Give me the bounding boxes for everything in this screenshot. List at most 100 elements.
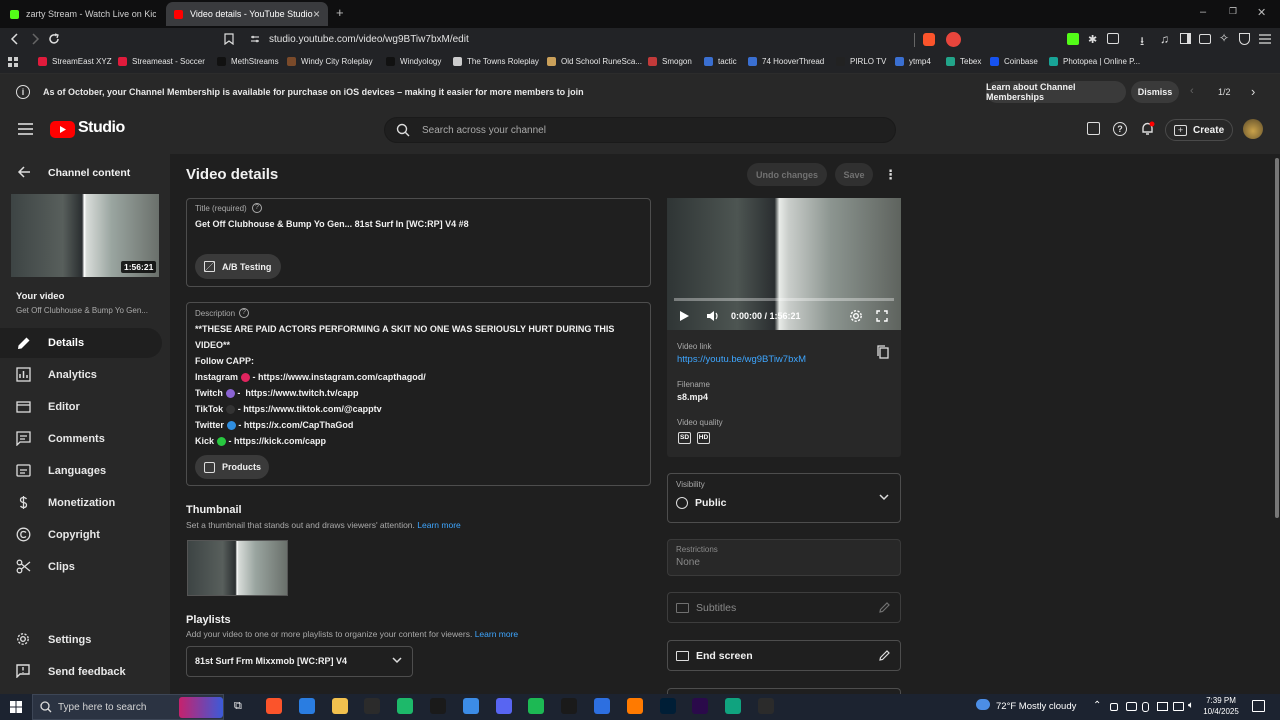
weather-text[interactable]: 72°F Mostly cloudy — [996, 701, 1076, 712]
bookmark-item[interactable]: MethStreams — [217, 57, 279, 66]
sidebar-item-clips[interactable]: Clips — [0, 552, 170, 582]
progress-bar[interactable] — [674, 298, 894, 301]
x-icon[interactable] — [430, 698, 446, 714]
leo-ai-icon[interactable]: ✧ — [1219, 31, 1229, 45]
bookmark-item[interactable]: StreamEast XYZ — [38, 57, 112, 66]
sidebar-toggle-icon[interactable] — [1180, 33, 1191, 44]
title-value[interactable]: Get Off Clubhouse & Bump Yo Gen... 81st … — [195, 219, 469, 229]
save-button[interactable]: Save — [835, 163, 873, 186]
thumbnail-image[interactable] — [187, 540, 288, 596]
title-help-icon[interactable]: ? — [252, 203, 262, 213]
bookmark-item[interactable]: Tebex — [946, 57, 981, 66]
spotify-icon[interactable] — [528, 698, 544, 714]
chatgpt-icon[interactable] — [725, 698, 741, 714]
windows-start-icon[interactable] — [10, 701, 22, 713]
extension-d-icon[interactable] — [1067, 33, 1079, 45]
back-arrow-icon[interactable] — [9, 33, 21, 45]
products-button[interactable]: Products — [195, 455, 269, 479]
bookmark-icon[interactable] — [224, 33, 234, 45]
network-icon[interactable] — [1173, 702, 1184, 711]
photoshop-icon[interactable] — [660, 698, 676, 714]
bookmark-item[interactable]: Old School RuneSca... — [547, 57, 642, 66]
bookmark-item[interactable]: Streameast - Soccer — [118, 57, 205, 66]
chrome-icon[interactable] — [299, 698, 315, 714]
bookmark-item[interactable]: tactic — [704, 57, 737, 66]
hamburger-menu-icon[interactable] — [18, 123, 33, 135]
bookmark-item[interactable]: Windy City Roleplay — [287, 57, 373, 66]
sidebar-item-settings[interactable]: Settings — [0, 625, 170, 655]
brave-shields-icon[interactable] — [923, 33, 935, 46]
copy-icon[interactable] — [877, 345, 889, 359]
channel-content-link[interactable]: Channel content — [48, 167, 130, 179]
dismiss-button[interactable]: Dismiss — [1131, 81, 1179, 103]
browser-tab-kick[interactable]: zarty Stream - Watch Live on Kick — [2, 2, 164, 26]
capcut-2-icon[interactable] — [758, 698, 774, 714]
undo-changes-button[interactable]: Undo changes — [747, 163, 827, 186]
taskbar-search-input[interactable]: Type here to search — [32, 694, 224, 720]
forward-arrow-icon[interactable] — [29, 33, 41, 45]
brave-browser-icon[interactable] — [266, 698, 282, 714]
reload-icon[interactable] — [48, 33, 60, 45]
task-view-icon[interactable]: ⧉ — [234, 700, 242, 713]
vlc-icon[interactable] — [627, 698, 643, 714]
sidebar-item-copyright[interactable]: Copyright — [0, 520, 170, 550]
ab-testing-button[interactable]: A/B Testing — [195, 254, 281, 279]
close-tab-icon[interactable]: × — [313, 7, 320, 21]
app-icon[interactable] — [397, 698, 413, 714]
sidebar-item-languages[interactable]: Languages — [0, 456, 170, 486]
url-field[interactable]: studio.youtube.com/video/wg9BTiw7bxM/edi… — [269, 31, 989, 49]
tray-onedrive-icon[interactable] — [1126, 702, 1137, 711]
close-window-icon[interactable]: ✕ — [1257, 6, 1266, 19]
bookmark-item[interactable]: ytmp4 — [895, 57, 931, 66]
bookmark-item[interactable]: Coinbase — [990, 57, 1038, 66]
media-icon[interactable] — [1107, 33, 1119, 44]
description-help-icon[interactable]: ? — [239, 308, 249, 318]
social-url[interactable]: https://www.twitch.tv/capp — [245, 388, 358, 398]
bookmark-item[interactable]: 74 HooverThread — [748, 57, 824, 66]
banner-prev-icon[interactable]: ‹ — [1190, 85, 1194, 97]
channel-search-input[interactable]: Search across your channel — [384, 117, 896, 143]
menu-icon[interactable] — [1259, 34, 1271, 44]
back-to-content-icon[interactable] — [17, 165, 31, 179]
display-icon[interactable] — [1157, 702, 1168, 711]
banner-next-icon[interactable]: › — [1251, 84, 1255, 99]
apps-grid-icon[interactable] — [8, 57, 19, 68]
music-icon[interactable]: ♫ — [1160, 32, 1169, 46]
speaker-icon[interactable]: 🔈︎ — [1188, 700, 1194, 711]
bookmark-item[interactable]: The Towns Roleplay — [453, 57, 539, 66]
end-screen-edit-icon[interactable] — [878, 649, 891, 662]
player-settings-icon[interactable] — [849, 309, 863, 323]
sidebar-item-feedback[interactable]: Send feedback — [0, 657, 170, 687]
play-icon[interactable] — [679, 310, 690, 322]
site-info-icon[interactable] — [250, 34, 260, 44]
notifications-icon[interactable] — [1140, 121, 1155, 136]
taskbar-clock[interactable]: 7:39 PM 10/4/2025 — [1201, 695, 1241, 717]
messages-icon[interactable] — [1087, 122, 1100, 135]
sidebar-item-editor[interactable]: Editor — [0, 392, 170, 422]
bookmark-item[interactable]: Windyology — [386, 57, 441, 66]
bookmark-item[interactable]: Photopea | Online P... — [1049, 57, 1140, 66]
capcut-icon[interactable] — [364, 698, 380, 714]
bookmark-item[interactable]: PIRLO TV — [836, 57, 886, 66]
sidebar-item-details[interactable]: Details — [0, 328, 162, 358]
premiere-icon[interactable] — [692, 698, 708, 714]
skype-icon[interactable] — [594, 698, 610, 714]
video-link[interactable]: https://youtu.be/wg9BTiw7bxM — [677, 354, 806, 365]
brave-rewards-icon[interactable] — [946, 32, 961, 47]
tray-expand-icon[interactable]: ⌃ — [1093, 700, 1101, 711]
browser-tab-youtube-studio[interactable]: Video details - YouTube Studio × — [166, 2, 328, 26]
social-url[interactable]: https://kick.com/capp — [234, 436, 326, 446]
restore-icon[interactable]: ❐ — [1229, 6, 1237, 17]
thumbnail-learn-more-link[interactable]: Learn more — [417, 520, 460, 530]
avatar[interactable] — [1243, 119, 1263, 139]
social-url[interactable]: https://www.instagram.com/capthagod/ — [258, 372, 426, 382]
fullscreen-icon[interactable] — [876, 310, 888, 322]
wallet-icon[interactable] — [1199, 34, 1211, 44]
volume-icon[interactable] — [706, 310, 720, 322]
bookmark-item[interactable]: Smogon — [648, 57, 692, 66]
scrollbar[interactable] — [1274, 154, 1280, 694]
file-explorer-icon[interactable] — [332, 698, 348, 714]
more-options-icon[interactable]: ⋮ — [884, 167, 897, 183]
extensions-icon[interactable]: ✱ — [1088, 33, 1097, 46]
help-icon[interactable]: ? — [1113, 122, 1127, 136]
